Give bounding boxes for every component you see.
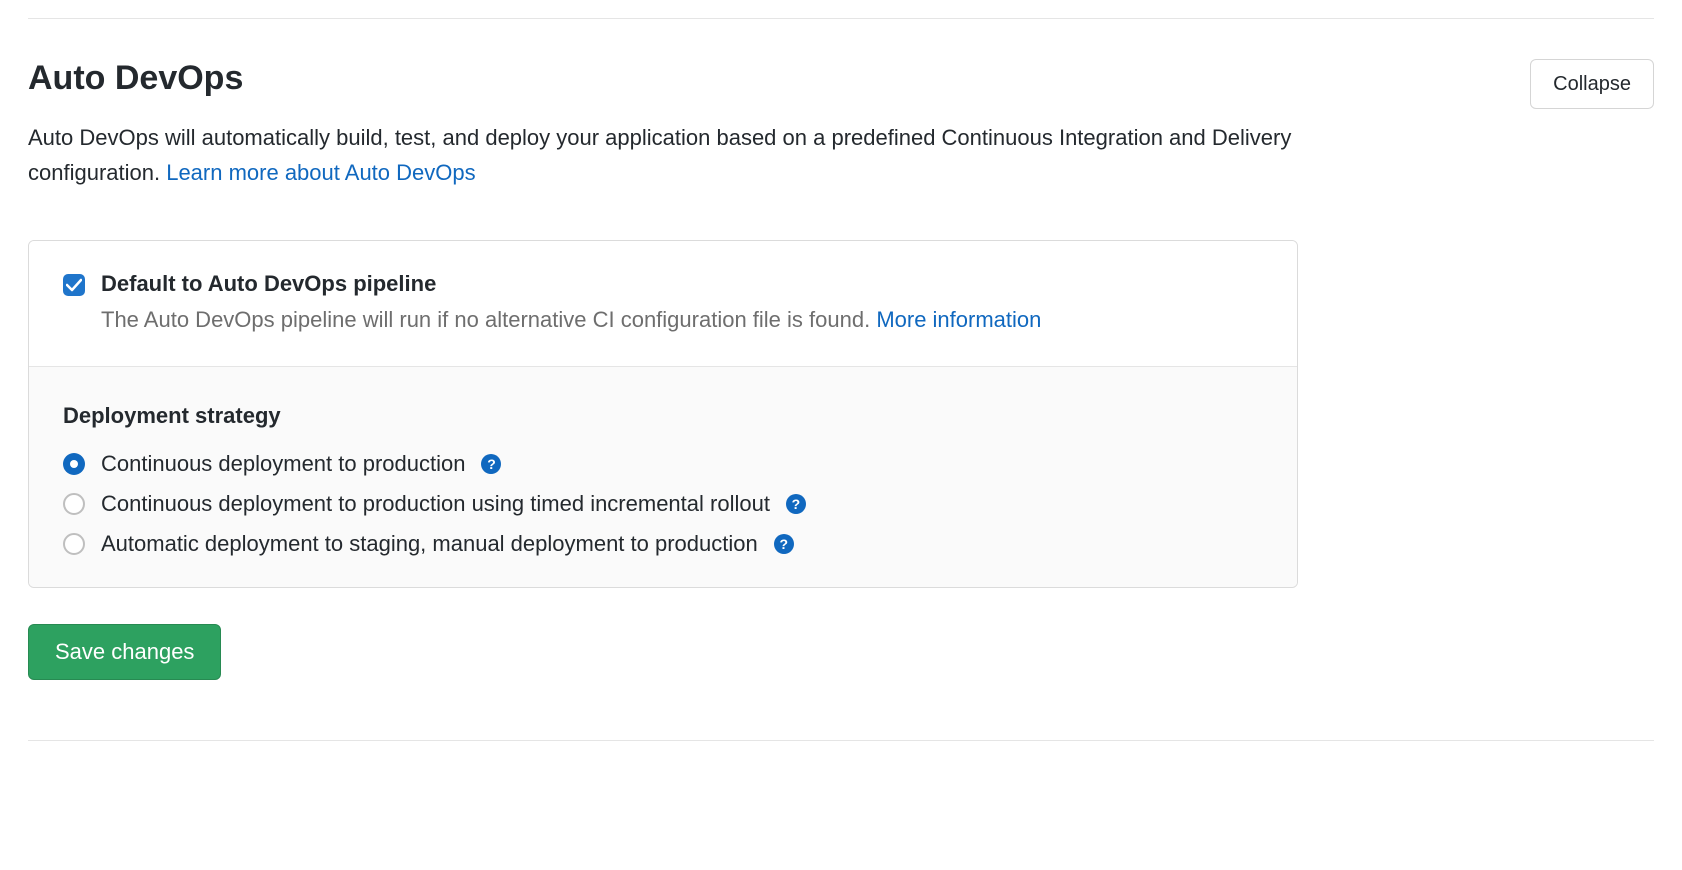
settings-panel: Default to Auto DevOps pipeline The Auto… <box>28 240 1298 588</box>
radio-label: Continuous deployment to production <box>101 451 465 477</box>
default-pipeline-subtext: The Auto DevOps pipeline will run if no … <box>101 303 1041 336</box>
collapse-button[interactable]: Collapse <box>1530 59 1654 109</box>
save-changes-button[interactable]: Save changes <box>28 624 221 680</box>
help-icon[interactable]: ? <box>786 494 806 514</box>
radio-option-staging-manual-production[interactable]: Automatic deployment to staging, manual … <box>63 531 1263 557</box>
section-description: Auto DevOps will automatically build, te… <box>28 120 1328 190</box>
panel-deployment-strategy: Deployment strategy Continuous deploymen… <box>29 367 1297 587</box>
deployment-strategy-title: Deployment strategy <box>63 403 1263 429</box>
radio-option-timed-incremental[interactable]: Continuous deployment to production usin… <box>63 491 1263 517</box>
section-title: Auto DevOps <box>28 59 243 98</box>
radio-indicator <box>63 453 85 475</box>
divider-bottom <box>28 740 1654 741</box>
panel-default-pipeline: Default to Auto DevOps pipeline The Auto… <box>29 241 1297 367</box>
more-information-link[interactable]: More information <box>876 307 1041 332</box>
checkmark-icon <box>66 278 82 292</box>
deployment-strategy-radio-group: Continuous deployment to production ? Co… <box>63 451 1263 557</box>
help-icon[interactable]: ? <box>481 454 501 474</box>
default-pipeline-label: Default to Auto DevOps pipeline <box>101 271 1041 297</box>
radio-indicator <box>63 493 85 515</box>
radio-label: Automatic deployment to staging, manual … <box>101 531 758 557</box>
default-pipeline-checkbox[interactable] <box>63 274 85 296</box>
radio-option-continuous-production[interactable]: Continuous deployment to production ? <box>63 451 1263 477</box>
radio-indicator <box>63 533 85 555</box>
default-pipeline-subtext-text: The Auto DevOps pipeline will run if no … <box>101 307 876 332</box>
help-icon[interactable]: ? <box>774 534 794 554</box>
divider-top <box>28 18 1654 19</box>
learn-more-link[interactable]: Learn more about Auto DevOps <box>166 160 475 185</box>
radio-label: Continuous deployment to production usin… <box>101 491 770 517</box>
section-header: Auto DevOps Collapse <box>28 59 1654 120</box>
